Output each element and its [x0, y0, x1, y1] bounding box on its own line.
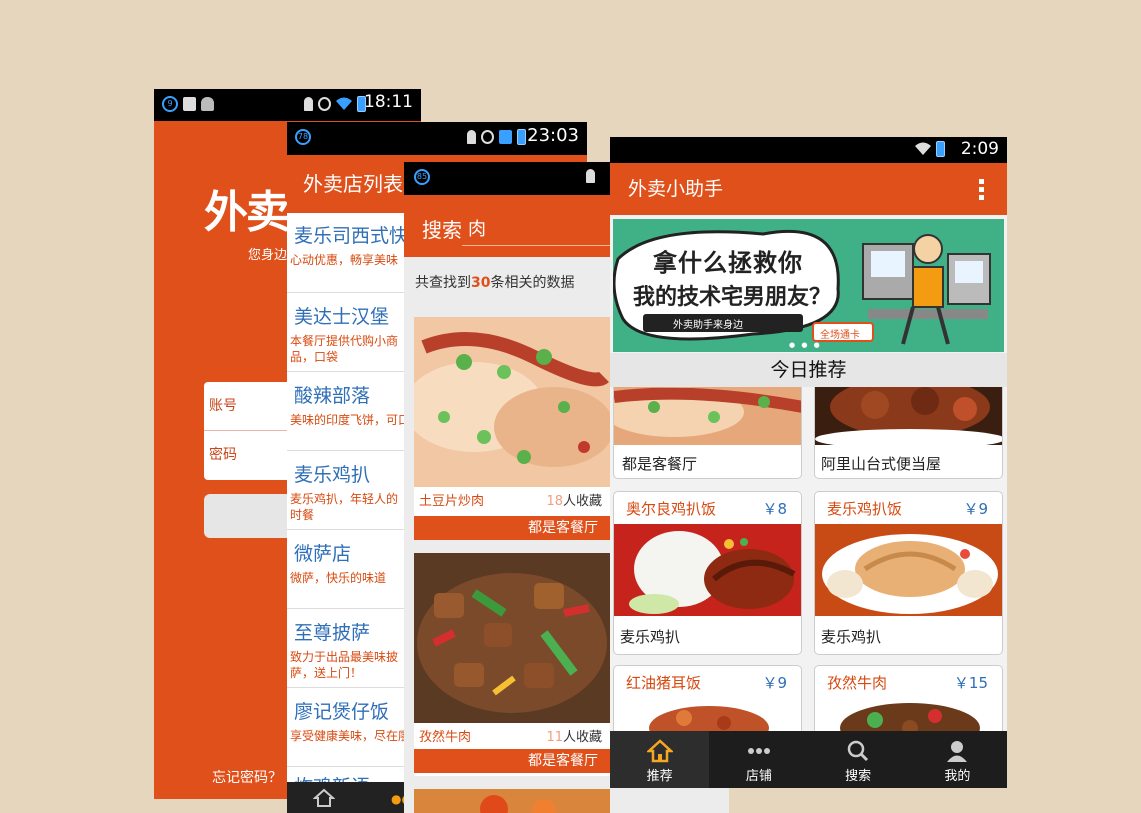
status-bar: 2:09: [610, 137, 1007, 163]
home-screen: 2:09 外卖小助手 拿什么拯救你 我的技术宅男朋友？ 外卖助手来身边 全场通卡…: [610, 137, 1007, 788]
favorite-count: 11人收藏: [546, 730, 602, 745]
food-price: ￥15: [953, 674, 988, 692]
android-icon: [201, 97, 214, 111]
notification-icon: 9: [162, 96, 178, 112]
food-card[interactable]: 都是客餐厅: [613, 387, 802, 479]
status-time: 2:09: [960, 139, 999, 159]
location-icon: [304, 97, 313, 111]
banner-headline-1: 拿什么拯救你: [653, 249, 803, 277]
nav-shops[interactable]: 店铺: [709, 731, 808, 788]
dish-name: 孜然牛肉: [419, 730, 472, 745]
alarm-icon: [318, 97, 331, 111]
alarm-icon: [481, 130, 494, 144]
wifi-icon: [336, 97, 352, 110]
nav-label: 推荐: [646, 769, 673, 784]
page-title: 外卖店列表: [303, 172, 403, 196]
status-time: 23:03: [527, 125, 579, 146]
food-photo: [614, 698, 801, 734]
food-card[interactable]: 阿里山台式便当屋: [814, 387, 1003, 479]
app-bar: 外卖小助手: [610, 163, 1007, 215]
section-title: 今日推荐: [610, 353, 1007, 387]
food-card[interactable]: 孜然牛肉 ￥15: [814, 665, 1003, 735]
nav-recommend[interactable]: 推荐: [610, 731, 710, 788]
food-photo: [614, 524, 801, 616]
search-result-card[interactable]: 土豆片炒肉 18人收藏 都是客餐厅: [404, 317, 614, 540]
food-card[interactable]: 红油猪耳饭 ￥9: [613, 665, 802, 735]
shop-desc: 致力于出品最美味披萨，送上门！: [290, 650, 399, 680]
banner-headline-2: 我的技术宅男朋友？: [633, 285, 832, 310]
banner-badge: 全场通卡: [820, 330, 860, 341]
overflow-menu-icon[interactable]: [979, 179, 985, 203]
nav-label: 搜索: [845, 769, 872, 784]
page-title: 外卖小助手: [628, 178, 724, 200]
battery-icon: [936, 141, 945, 157]
food-name: 奥尔良鸡扒饭: [626, 500, 717, 518]
favorite-count: 18人收藏: [546, 494, 602, 509]
shop-name: 麦乐鸡扒: [620, 628, 681, 646]
dish-photo: [414, 789, 610, 813]
home-icon: [646, 739, 673, 763]
status-bar: 9 18:11: [154, 89, 421, 121]
food-price: ￥9: [963, 500, 988, 518]
food-photo: [815, 387, 1002, 445]
dish-photo: [414, 553, 610, 723]
user-icon: [947, 741, 968, 762]
food-name: 红油猪耳饭: [626, 674, 702, 692]
status-bar: 78 23:03: [287, 122, 587, 155]
home-icon[interactable]: [313, 788, 335, 808]
nav-label: 店铺: [745, 769, 772, 784]
notification-icon: 78: [295, 129, 311, 145]
search-icon: [847, 740, 869, 762]
food-photo: [614, 387, 801, 445]
forgot-password-link[interactable]: 忘记密码？: [212, 767, 282, 787]
location-icon: [467, 130, 476, 144]
food-photo: [815, 524, 1002, 616]
food-card[interactable]: 麦乐鸡扒饭 ￥9 麦乐鸡扒: [814, 491, 1003, 655]
banner-subtitle: 外卖助手来身边: [673, 320, 743, 331]
battery-icon: [517, 129, 526, 145]
shop-desc: 麦乐鸡扒，年轻人的时餐: [290, 492, 399, 522]
more-icon: [747, 748, 770, 754]
dish-photo: [404, 317, 614, 487]
wifi-icon: [915, 142, 931, 155]
shop-name-bar[interactable]: 都是客餐厅: [414, 749, 610, 773]
shop-desc: 本餐厅提供代购小商品，口袋: [290, 334, 399, 364]
search-input[interactable]: [462, 210, 612, 246]
location-icon: [586, 169, 595, 183]
food-card[interactable]: 奥尔良鸡扒饭 ￥8 麦乐鸡扒: [613, 491, 802, 655]
notification-icon: 85: [414, 169, 430, 185]
shop-name: 都是客餐厅: [622, 455, 698, 473]
image-icon: [183, 97, 196, 111]
status-time: 18:11: [364, 92, 413, 112]
nav-search[interactable]: 搜索: [809, 731, 908, 788]
search-label: 搜索: [422, 218, 462, 242]
nav-label: 我的: [944, 769, 971, 784]
food-name: 孜然牛肉: [827, 674, 888, 692]
nav-mine[interactable]: 我的: [908, 731, 1007, 788]
food-price: ￥9: [762, 674, 787, 692]
dish-name: 土豆片炒肉: [419, 494, 485, 509]
food-name: 麦乐鸡扒饭: [827, 500, 903, 518]
food-price: ￥8: [762, 500, 787, 518]
shop-name: 阿里山台式便当屋: [821, 455, 942, 473]
food-photo: [815, 698, 1002, 734]
search-result-card[interactable]: 孜然牛肉 11人收藏 都是客餐厅: [414, 553, 610, 776]
shop-name-bar[interactable]: 都是客餐厅: [414, 516, 610, 540]
result-count: 共查找到30条相关的数据: [415, 275, 575, 291]
signal-icon: [499, 130, 512, 144]
search-result-card[interactable]: [414, 789, 610, 813]
promo-banner[interactable]: 拿什么拯救你 我的技术宅男朋友？ 外卖助手来身边 全场通卡 ● ● ●: [613, 219, 1004, 352]
shop-name: 麦乐鸡扒: [821, 628, 882, 646]
bottom-nav: 推荐 店铺 搜索 我的: [610, 731, 1007, 788]
carousel-indicator: ● ● ●: [789, 341, 822, 349]
